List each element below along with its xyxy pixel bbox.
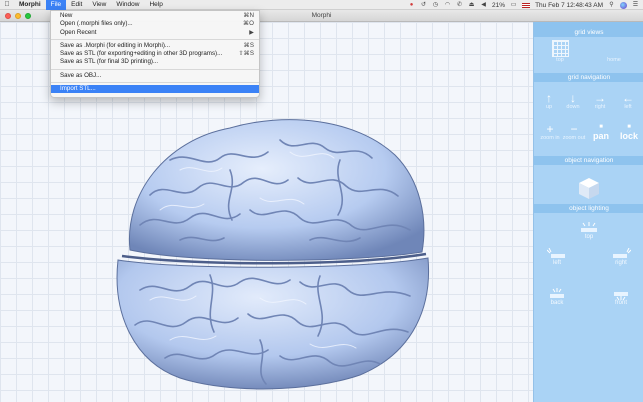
nav-up-button[interactable]: ↑ up (540, 92, 558, 110)
nav-left-button[interactable]: ← left (618, 92, 638, 110)
menu-item-save-obj[interactable]: Save as OBJ... (51, 72, 259, 80)
menu-item-open-recent[interactable]: Open Recent ▶ (51, 29, 259, 37)
menu-view[interactable]: View (87, 0, 111, 10)
arrow-up-icon: ↑ (546, 91, 552, 105)
pan-button[interactable]: ■ pan (590, 123, 612, 142)
light-left-label: left (552, 260, 561, 266)
us-flag-icon[interactable] (522, 2, 531, 8)
time-machine-icon[interactable]: ↺ (420, 2, 427, 8)
volume-icon[interactable]: ◀ (480, 2, 487, 8)
nav-right-label: right (594, 104, 606, 110)
light-back-label: back (550, 300, 564, 306)
control-panel: grid views top home grid navigation ↑ up… (533, 22, 643, 402)
notification-center-icon[interactable]: ☰ (632, 2, 639, 8)
section-object-navigation: object navigation (534, 156, 643, 165)
zoom-out-label: zoom out (562, 135, 586, 141)
light-front-button[interactable]: front (604, 288, 638, 307)
battery-icon[interactable]: ▭ (510, 2, 517, 8)
menu-item-new[interactable]: New ⌘N (51, 12, 259, 20)
plus-icon: + (546, 122, 554, 136)
phone-icon[interactable]: ✆ (456, 2, 463, 8)
light-left-button[interactable]: left (540, 248, 574, 267)
light-left-icon (547, 248, 565, 258)
menu-separator (51, 38, 259, 40)
status-area: ● ↺ ◷ ◠ ✆ ⏏ ◀ 21% ▭ Thu Feb 7 12:48:43 A… (408, 0, 639, 10)
menu-separator (51, 68, 259, 70)
menu-item-save-stl-printing[interactable]: Save as STL (for final 3D printing)... (51, 58, 259, 66)
shortcut-open: ⌘O (242, 20, 254, 28)
nav-down-button[interactable]: ↓ down (563, 92, 583, 110)
light-back-icon (550, 288, 564, 298)
light-right-label: right (615, 260, 627, 266)
siri-icon[interactable] (620, 1, 627, 9)
shortcut-save: ⌘S (243, 41, 254, 49)
light-top-label: top (584, 234, 594, 240)
battery-percent: 21% (492, 1, 506, 9)
submenu-arrow-icon: ▶ (249, 28, 254, 36)
grid-view-home-button[interactable]: home (594, 49, 634, 63)
menu-bar:  Morphi File Edit View Window Help ● ↺ … (0, 0, 643, 10)
apple-icon[interactable]:  (0, 1, 14, 8)
menu-app-name[interactable]: Morphi (14, 0, 46, 10)
lock-dot-icon: ■ (627, 124, 631, 130)
nav-right-button[interactable]: → right (590, 92, 610, 110)
light-right-icon (613, 248, 631, 258)
menu-item-save-morphi[interactable]: Save as .Morphi (for editing in Morphi).… (51, 42, 259, 50)
shortcut-new: ⌘N (243, 12, 254, 19)
arrow-down-icon: ↓ (570, 91, 576, 105)
pan-dot-icon: ■ (599, 124, 603, 130)
minus-icon: − (570, 122, 578, 136)
record-icon[interactable]: ● (408, 2, 415, 8)
light-top-icon (581, 222, 597, 232)
menu-item-save-stl-editing[interactable]: Save as STL (for exporting+editing in ot… (51, 50, 259, 58)
nav-up-label: up (545, 104, 553, 110)
wifi-icon[interactable]: ◠ (444, 2, 451, 8)
menu-item-import-stl[interactable]: Import STL... (51, 85, 259, 94)
zoom-out-button[interactable]: − zoom out (562, 123, 586, 141)
cube-icon[interactable] (577, 176, 601, 200)
light-front-label: front (614, 300, 627, 306)
brain-model[interactable] (110, 100, 430, 396)
search-icon[interactable]: ⚲ (608, 2, 615, 8)
arrow-left-icon: ← (622, 91, 634, 105)
file-menu-dropdown: New ⌘N Open (.morphi files only)... ⌘O Ope… (50, 10, 260, 98)
menu-window[interactable]: Window (111, 0, 144, 10)
lock-button[interactable]: ■ lock (617, 123, 641, 142)
section-object-lighting: object lighting (534, 204, 643, 213)
clock-icon[interactable]: ◷ (432, 2, 439, 8)
light-front-icon (614, 292, 628, 300)
light-back-button[interactable]: back (540, 288, 574, 307)
nav-left-label: left (624, 104, 632, 110)
menu-file[interactable]: File (45, 0, 67, 10)
pan-label: pan (592, 131, 609, 141)
section-grid-navigation: grid navigation (534, 73, 643, 82)
grid-icon (551, 40, 569, 57)
grid-view-top-label: top (556, 57, 564, 63)
light-top-button[interactable]: top (572, 222, 606, 241)
menu-item-open[interactable]: Open (.morphi files only)... ⌘O (51, 20, 259, 28)
menu-edit[interactable]: Edit (66, 0, 87, 10)
menu-clock[interactable]: Thu Feb 7 12:48:43 AM (535, 2, 603, 9)
arrow-right-icon: → (594, 91, 606, 105)
light-right-button[interactable]: right (604, 248, 638, 267)
section-grid-views: grid views (534, 28, 643, 37)
zoom-in-button[interactable]: + zoom in (538, 123, 562, 141)
menu-separator (51, 82, 259, 84)
grid-view-top-button[interactable]: top (542, 40, 578, 63)
zoom-in-label: zoom in (540, 135, 560, 141)
menu-help[interactable]: Help (144, 0, 167, 10)
nav-down-label: down (566, 104, 580, 110)
lock-label: lock (619, 131, 638, 141)
grid-view-home-label: home (607, 57, 621, 63)
shortcut-save-stl: ⇧⌘S (238, 50, 255, 58)
eject-icon[interactable]: ⏏ (468, 2, 475, 8)
